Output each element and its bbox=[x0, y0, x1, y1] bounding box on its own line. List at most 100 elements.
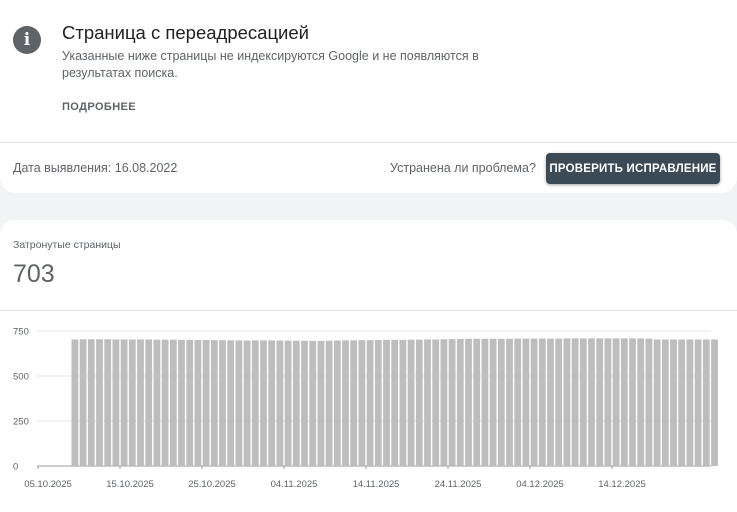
y-tick-label: 500 bbox=[13, 372, 29, 383]
x-tick-label: 14.11.2025 bbox=[353, 479, 400, 490]
bar bbox=[268, 340, 276, 466]
bar bbox=[128, 339, 136, 466]
bar bbox=[661, 339, 669, 466]
bar bbox=[579, 338, 587, 466]
bar bbox=[653, 339, 661, 466]
bar bbox=[317, 340, 325, 466]
bar bbox=[325, 340, 333, 466]
bar bbox=[702, 339, 710, 466]
bar bbox=[415, 339, 423, 466]
validate-fix-button[interactable]: ПРОВЕРИТЬ ИСПРАВЛЕНИЕ bbox=[546, 153, 720, 184]
bar bbox=[243, 340, 251, 466]
affected-pages-chart: 0 250 500 750 05.10.2025 15.10.2025 25.10.2025… bbox=[13, 327, 718, 490]
bar bbox=[219, 340, 226, 466]
bar bbox=[383, 339, 390, 466]
bar bbox=[506, 338, 513, 466]
bar bbox=[645, 338, 653, 466]
bar bbox=[637, 338, 645, 466]
x-tick-label: 25.10.2025 bbox=[188, 479, 236, 490]
bar bbox=[202, 340, 210, 466]
bar bbox=[563, 338, 571, 466]
bar bbox=[596, 338, 604, 466]
bar bbox=[342, 340, 349, 466]
bar bbox=[424, 339, 431, 466]
x-tick-label: 04.11.2025 bbox=[271, 479, 318, 490]
bar bbox=[194, 340, 202, 466]
bar bbox=[227, 340, 235, 466]
issue-title: Страница с переадресацией bbox=[62, 22, 310, 43]
bar bbox=[153, 339, 161, 466]
bar bbox=[79, 339, 87, 466]
bar bbox=[547, 338, 554, 466]
detection-date: Дата выявления: 16.08.2022 bbox=[13, 161, 178, 175]
bar bbox=[186, 339, 194, 466]
bar bbox=[161, 339, 169, 466]
info-icon: i bbox=[13, 26, 41, 54]
bar bbox=[407, 339, 415, 466]
bar bbox=[145, 339, 153, 466]
bar bbox=[465, 338, 472, 466]
bar bbox=[432, 339, 440, 466]
divider bbox=[0, 142, 737, 143]
bar bbox=[391, 339, 399, 466]
bar bbox=[629, 338, 636, 466]
bar bbox=[301, 340, 308, 466]
x-tick-label: 04.12.2025 bbox=[516, 479, 564, 490]
bar bbox=[350, 340, 358, 466]
bar bbox=[210, 340, 218, 466]
bar bbox=[538, 338, 546, 466]
bar bbox=[694, 339, 702, 466]
bar bbox=[514, 338, 522, 466]
bar bbox=[120, 339, 128, 466]
affected-pages-card: Затронутые страницы 703 0 250 500 750 05.10.… bbox=[0, 220, 737, 512]
bar bbox=[678, 339, 686, 466]
issue-card: i Страница с переадресацией Указанные ни… bbox=[0, 0, 737, 193]
bar bbox=[711, 339, 718, 466]
x-tick-label: 24.11.2025 bbox=[435, 479, 482, 490]
bar bbox=[366, 340, 374, 466]
bar bbox=[71, 339, 79, 466]
y-tick-label: 0 bbox=[13, 462, 18, 473]
bar bbox=[358, 340, 366, 466]
bar bbox=[309, 340, 317, 466]
bar bbox=[522, 338, 530, 466]
bar bbox=[588, 338, 595, 466]
fixed-question-label: Устранена ли проблема? bbox=[390, 161, 536, 175]
bar bbox=[251, 340, 259, 466]
bar bbox=[276, 340, 284, 466]
bar bbox=[489, 338, 497, 466]
bar bbox=[620, 338, 628, 466]
bar bbox=[555, 338, 563, 466]
bar bbox=[456, 338, 464, 466]
bar bbox=[481, 338, 489, 466]
bar bbox=[530, 338, 538, 466]
bar bbox=[686, 339, 694, 466]
bar bbox=[497, 338, 505, 466]
bar bbox=[260, 340, 267, 466]
bar bbox=[333, 340, 341, 466]
x-tick-label: 15.10.2025 bbox=[106, 479, 154, 490]
bar bbox=[169, 339, 177, 466]
bar bbox=[440, 339, 448, 466]
bar bbox=[571, 338, 579, 466]
bar bbox=[104, 339, 112, 466]
bar bbox=[670, 339, 677, 466]
issue-description: Указанные ниже страницы не индексируются… bbox=[62, 49, 479, 80]
bar bbox=[178, 339, 185, 466]
bar bbox=[137, 339, 144, 466]
bar bbox=[612, 338, 620, 466]
bar bbox=[87, 339, 95, 466]
bar bbox=[473, 338, 481, 466]
bar bbox=[284, 340, 292, 466]
bar bbox=[235, 340, 243, 466]
bar bbox=[96, 339, 103, 466]
x-tick-label: 14.12.2025 bbox=[598, 479, 646, 490]
y-tick-label: 250 bbox=[13, 417, 29, 428]
x-tick-label: 05.10.2025 bbox=[24, 479, 72, 490]
bar bbox=[399, 339, 407, 466]
bar bbox=[448, 339, 456, 466]
bar bbox=[374, 340, 382, 466]
learn-more-link[interactable]: ПОДРОБНЕЕ bbox=[62, 101, 136, 113]
bar bbox=[604, 338, 612, 466]
y-tick-label: 750 bbox=[13, 327, 29, 338]
